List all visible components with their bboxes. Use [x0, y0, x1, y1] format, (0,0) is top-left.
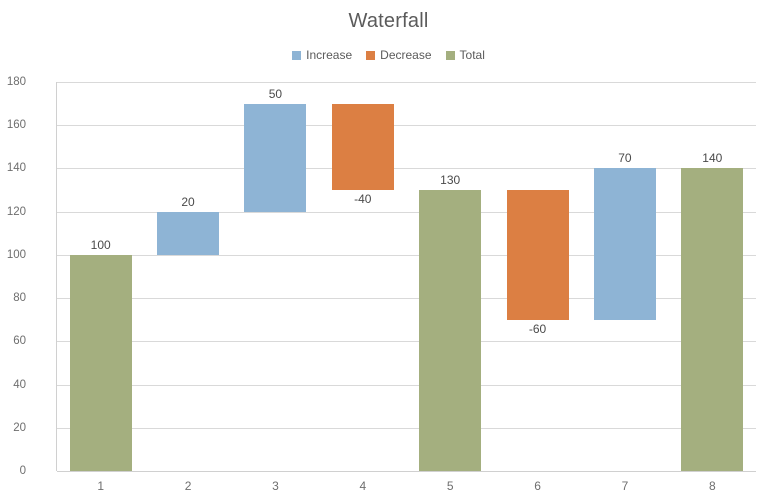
x-axis-tick-label: 2 — [184, 479, 192, 493]
bar-value-label: 140 — [702, 151, 723, 166]
y-axis-tick-label: 40 — [13, 378, 26, 391]
bar-value-label: 100 — [90, 237, 111, 252]
x-axis-tick-label: 3 — [272, 479, 279, 493]
legend-label: Total — [459, 48, 485, 62]
x-axis-tick-label: 1 — [97, 479, 105, 493]
bar-5[interactable] — [419, 190, 482, 471]
bar-4[interactable] — [331, 103, 394, 191]
chart-legend: Increase Decrease Total — [0, 48, 777, 62]
chart-title: Waterfall — [348, 10, 429, 32]
y-axis-tick-label: 0 — [19, 465, 26, 477]
gridline — [57, 384, 756, 386]
bar-value-label: -40 — [354, 192, 372, 207]
y-axis-tick-label: 20 — [13, 421, 26, 434]
legend-swatch-icon — [292, 50, 302, 60]
y-axis-tick-label: 140 — [6, 162, 26, 175]
y-axis-tick-label: 60 — [13, 335, 26, 348]
gridline — [57, 427, 756, 429]
bar-value-label: 20 — [181, 194, 195, 209]
legend-label: Increase — [306, 48, 353, 62]
bar-3[interactable] — [244, 103, 307, 212]
bar-value-label: 130 — [440, 173, 461, 188]
y-axis-tick-label: 180 — [6, 76, 26, 88]
legend-item[interactable]: Decrease — [366, 48, 432, 62]
bar-value-label: 50 — [268, 86, 283, 101]
x-axis-tick-label: 7 — [621, 479, 629, 493]
plot-area: 0 20 40 60 80 100 120 140 160 180 100 1 20 2 50 3 -40 4 13… — [7, 76, 756, 493]
legend-item[interactable]: Total — [445, 48, 485, 62]
bar-value-label: -60 — [528, 321, 547, 336]
x-axis-tick-label: 6 — [534, 479, 541, 493]
y-axis-tick-label: 120 — [6, 205, 26, 218]
y-axis-tick-label: 160 — [6, 119, 26, 132]
gridline — [57, 125, 756, 127]
bar-1[interactable] — [69, 254, 132, 471]
gridline — [57, 82, 756, 83]
bar-8[interactable] — [681, 168, 744, 471]
legend-item[interactable]: Increase — [292, 48, 352, 62]
bar-2[interactable] — [157, 211, 220, 255]
legend-swatch-icon — [445, 50, 455, 60]
gridline — [57, 471, 756, 472]
legend-swatch-icon — [366, 50, 376, 60]
bar-6[interactable] — [506, 190, 569, 320]
gridline — [57, 341, 756, 343]
legend-label: Decrease — [380, 48, 432, 62]
waterfall-chart: Waterfall Increase Decrease Total 0 20 40 60 8… — [0, 0, 777, 503]
bar-7[interactable] — [593, 168, 656, 320]
y-axis-tick-label: 80 — [13, 292, 26, 305]
x-axis-tick-label: 5 — [446, 479, 454, 493]
x-axis-tick-label: 4 — [359, 479, 367, 493]
x-axis-tick-label: 8 — [708, 479, 716, 493]
y-axis-tick-label: 100 — [6, 248, 26, 261]
bar-value-label: 70 — [618, 151, 632, 166]
